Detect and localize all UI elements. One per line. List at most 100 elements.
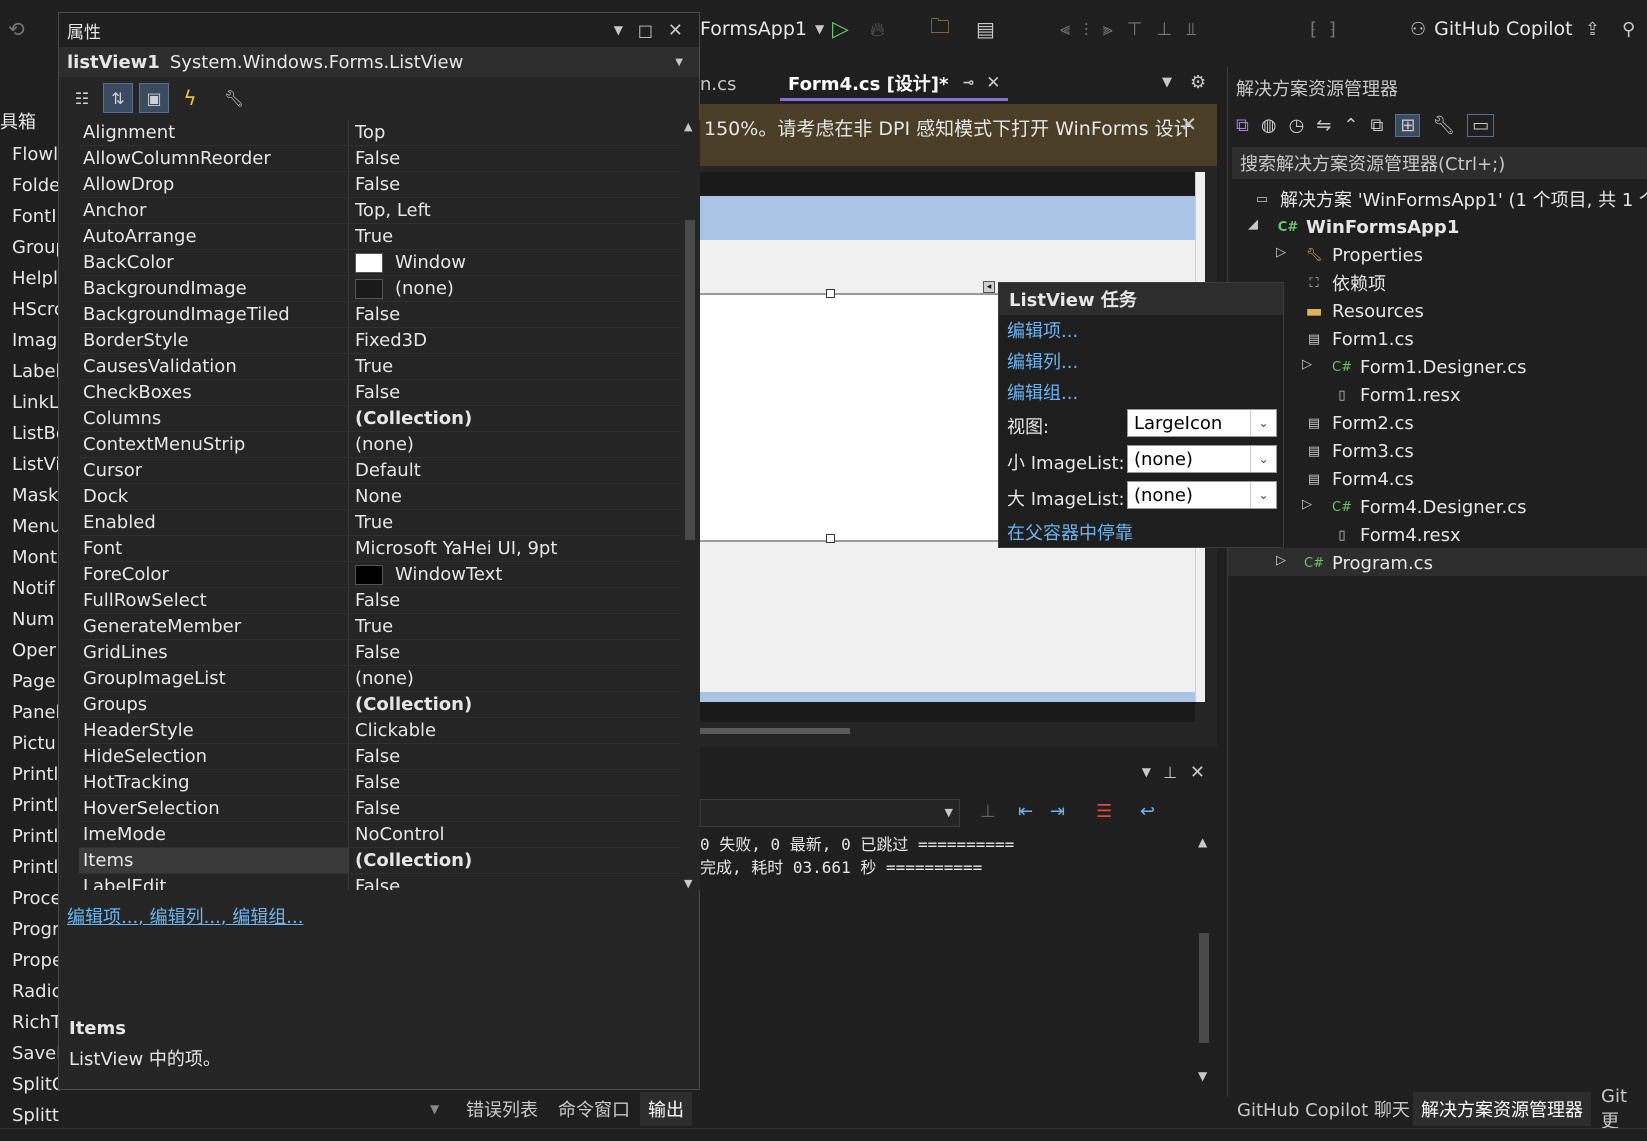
layout-button[interactable]: ▤ bbox=[976, 14, 995, 44]
collapsed-icon[interactable]: ▷ bbox=[1302, 357, 1312, 372]
resize-handle[interactable] bbox=[826, 289, 835, 298]
show-all-files-icon[interactable]: ⊞ bbox=[1395, 113, 1421, 137]
history-icon[interactable]: ◷ bbox=[1289, 115, 1305, 136]
toolbox-item[interactable]: Proce bbox=[12, 888, 60, 909]
open-folder-button[interactable]: 🗀 bbox=[930, 14, 950, 44]
property-value[interactable]: False bbox=[349, 302, 680, 327]
toolbox-item[interactable]: RichT bbox=[12, 1012, 60, 1033]
property-row[interactable]: Cursor Default bbox=[79, 458, 680, 484]
toolbox-item[interactable]: Printl bbox=[12, 795, 58, 816]
property-row[interactable]: Items (Collection) bbox=[79, 848, 680, 874]
toolbox-item[interactable]: Printl bbox=[12, 764, 58, 785]
chevron-down-icon[interactable]: ▼ bbox=[430, 1102, 439, 1116]
collapsed-icon[interactable]: ▷ bbox=[1276, 553, 1286, 568]
property-value[interactable]: False bbox=[349, 770, 680, 795]
pin-icon[interactable]: ⊸ bbox=[962, 75, 974, 91]
property-row[interactable]: Dock None bbox=[79, 484, 680, 510]
toolbox-item[interactable]: Folde bbox=[12, 175, 60, 196]
toolbox-item[interactable]: Mont bbox=[12, 547, 57, 568]
property-value[interactable]: Default bbox=[349, 458, 680, 483]
close-icon[interactable]: ✕ bbox=[986, 73, 1000, 93]
property-value[interactable]: (none) bbox=[349, 666, 680, 691]
property-value[interactable]: Fixed3D bbox=[349, 328, 680, 353]
tree-dependencies[interactable]: ⛶ 依赖项 bbox=[1302, 269, 1386, 297]
property-value[interactable]: False bbox=[349, 640, 680, 665]
tree-form4-resx[interactable]: ▯ Form4.resx bbox=[1330, 521, 1460, 549]
property-value[interactable]: False bbox=[349, 744, 680, 769]
property-value[interactable]: False bbox=[349, 588, 680, 613]
property-value[interactable]: True bbox=[349, 354, 680, 379]
tree-form3[interactable]: ▤ Form3.cs bbox=[1302, 437, 1414, 465]
edit-items-link[interactable]: 编辑项... bbox=[1007, 317, 1078, 343]
toolbox-item[interactable]: Menu bbox=[12, 516, 60, 537]
property-row[interactable]: GridLines False bbox=[79, 640, 680, 666]
alphabetical-button[interactable]: ⇅ bbox=[103, 83, 133, 113]
maximize-icon[interactable]: □ bbox=[638, 21, 653, 40]
window-menu-icon[interactable]: ▼ bbox=[614, 23, 623, 37]
toolbox-item[interactable]: Mask bbox=[12, 485, 58, 506]
scroll-thumb[interactable] bbox=[685, 220, 695, 540]
gear-icon[interactable]: ⚙ bbox=[1190, 72, 1206, 93]
properties-view-button[interactable]: ▣ bbox=[139, 83, 169, 113]
edit-columns-link[interactable]: 编辑列... bbox=[1007, 348, 1078, 374]
property-row[interactable]: FullRowSelect False bbox=[79, 588, 680, 614]
property-value[interactable]: False bbox=[349, 380, 680, 405]
tab-git-changes[interactable]: Git 更 bbox=[1601, 1086, 1647, 1132]
property-value[interactable]: (none) bbox=[349, 432, 680, 457]
tree-solution[interactable]: ▭ 解决方案 'WinFormsApp1' (1 个项目, 共 1 个 bbox=[1250, 185, 1647, 213]
startup-project-dropdown[interactable]: FormsApp1 ▼ bbox=[700, 14, 824, 44]
property-row[interactable]: HotTracking False bbox=[79, 770, 680, 796]
prev-message-icon[interactable]: ⇤ bbox=[1018, 801, 1033, 822]
categorized-button[interactable]: ☷ bbox=[67, 83, 97, 113]
property-row[interactable]: CheckBoxes False bbox=[79, 380, 680, 406]
toolbox-item[interactable]: Num bbox=[12, 609, 54, 630]
close-icon[interactable]: ✕ bbox=[1190, 762, 1205, 783]
collapse-all-icon[interactable]: ⌃ bbox=[1343, 115, 1358, 136]
property-row[interactable]: CausesValidation True bbox=[79, 354, 680, 380]
toolbox-item[interactable]: Group bbox=[12, 237, 60, 258]
collapsed-icon[interactable]: ▷ bbox=[1276, 245, 1286, 260]
property-row[interactable]: Groups (Collection) bbox=[79, 692, 680, 718]
tab-error-list[interactable]: 错误列表 bbox=[466, 1092, 538, 1126]
property-row[interactable]: Enabled True bbox=[79, 510, 680, 536]
edit-items-link[interactable]: 编辑项... bbox=[67, 907, 138, 928]
property-value[interactable]: Top bbox=[349, 120, 680, 145]
toolbox-item[interactable]: ListBo bbox=[12, 423, 60, 444]
smart-tag-glyph[interactable]: ◂ bbox=[983, 281, 995, 293]
toolbox-item[interactable]: Printl bbox=[12, 826, 58, 847]
find-message-icon[interactable]: ⊥ bbox=[980, 801, 996, 822]
spacing-toolbar[interactable]: ⁅⁆ bbox=[1310, 14, 1348, 44]
property-value[interactable]: Clickable bbox=[349, 718, 680, 743]
scroll-up-icon[interactable]: ▲ bbox=[1198, 835, 1207, 849]
tab-output[interactable]: 输出 bbox=[640, 1092, 692, 1126]
edit-groups-link[interactable]: 编辑组... bbox=[232, 907, 303, 928]
designer-hscroll[interactable] bbox=[700, 728, 850, 734]
dock-in-parent-link[interactable]: 在父容器中停靠 bbox=[1007, 519, 1133, 545]
property-row[interactable]: ImeMode NoControl bbox=[79, 822, 680, 848]
property-row[interactable]: FontMicrosoft YaHei UI, 9pt⊞ bbox=[79, 536, 680, 562]
property-row[interactable]: ContextMenuStrip (none) bbox=[79, 432, 680, 458]
toolbox-item[interactable]: ListVi bbox=[12, 454, 60, 475]
property-row[interactable]: ForeColor WindowText bbox=[79, 562, 680, 588]
globe-icon[interactable]: ◍ bbox=[1261, 115, 1277, 136]
property-row[interactable]: BackgroundImage (none) bbox=[79, 276, 680, 302]
property-row[interactable]: AllowDrop False bbox=[79, 172, 680, 198]
preview-icon[interactable]: ▭ bbox=[1467, 113, 1495, 137]
property-value[interactable]: None bbox=[349, 484, 680, 509]
object-selector[interactable]: listView1 System.Windows.Forms.ListView … bbox=[59, 47, 699, 77]
tree-resources[interactable]: ▬ Resources bbox=[1302, 297, 1423, 325]
copy-icon[interactable]: ⧉ bbox=[1370, 115, 1383, 136]
start-debug-button[interactable]: ▷ bbox=[832, 14, 849, 44]
edit-groups-link[interactable]: 编辑组... bbox=[1007, 379, 1078, 405]
tree-program[interactable]: C# Program.cs bbox=[1302, 549, 1433, 577]
tab-copilot-chat[interactable]: GitHub Copilot 聊天 bbox=[1237, 1092, 1410, 1126]
tree-project[interactable]: C# WinFormsApp1 bbox=[1276, 213, 1460, 241]
property-grid-scrollbar[interactable]: ▲ ▼ bbox=[680, 120, 700, 890]
property-row[interactable]: HeaderStyle Clickable bbox=[79, 718, 680, 744]
toolbox-item[interactable]: Printl bbox=[12, 857, 58, 878]
toolbox-item[interactable]: SplitContainer bbox=[12, 1074, 60, 1095]
property-value[interactable]: True bbox=[349, 510, 680, 535]
scroll-thumb[interactable] bbox=[1199, 933, 1209, 1043]
tree-form1-resx[interactable]: ▯ Form1.resx bbox=[1330, 381, 1460, 409]
vs-sync-icon[interactable]: ⧉ bbox=[1236, 115, 1249, 136]
